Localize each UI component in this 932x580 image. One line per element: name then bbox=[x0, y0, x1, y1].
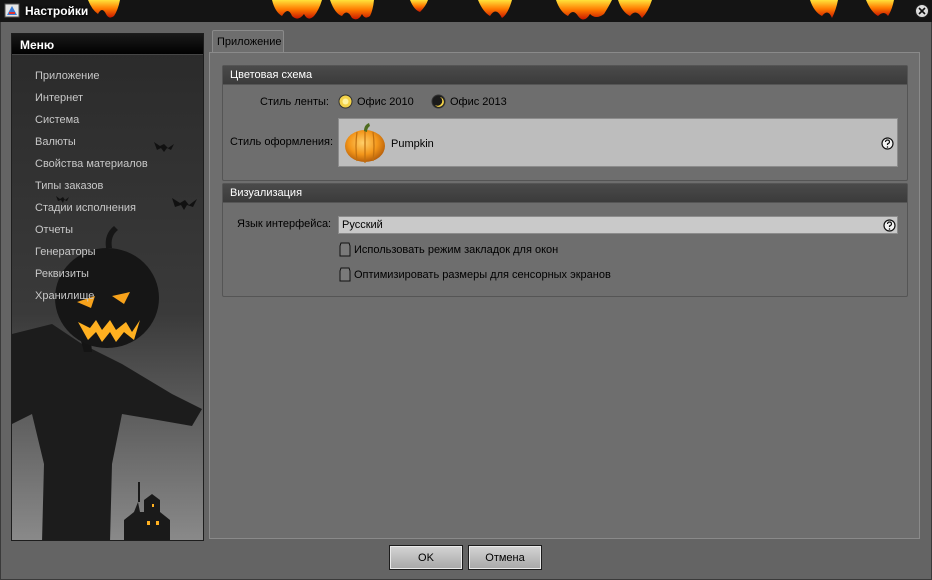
sidebar-item-reports[interactable]: Отчеты bbox=[35, 224, 148, 246]
sidebar-item-internet[interactable]: Интернет bbox=[35, 92, 148, 114]
theme-selector[interactable]: Pumpkin bbox=[338, 118, 898, 167]
sidebar-item-currencies[interactable]: Валюты bbox=[35, 136, 148, 158]
radio-office-2010-label: Офис 2010 bbox=[357, 95, 414, 108]
touch-optimize-label: Оптимизировать размеры для сенсорных экр… bbox=[354, 268, 611, 281]
sun-icon bbox=[338, 94, 353, 109]
sidebar-header: Меню bbox=[12, 34, 203, 55]
flame-decoration bbox=[88, 0, 894, 20]
tabbed-windows-label: Использовать режим закладок для окон bbox=[354, 243, 559, 256]
sidebar-item-application[interactable]: Приложение bbox=[35, 70, 148, 92]
radio-office-2013[interactable]: Офис 2013 bbox=[431, 94, 507, 109]
close-icon[interactable] bbox=[914, 3, 930, 19]
theme-name: Pumpkin bbox=[391, 138, 434, 150]
language-value: Русский bbox=[342, 219, 383, 231]
checkbox-unchecked-icon bbox=[339, 242, 351, 257]
sidebar-item-system[interactable]: Система bbox=[35, 114, 148, 136]
tabbed-windows-checkbox[interactable]: Использовать режим закладок для окон bbox=[339, 242, 558, 257]
theme-label: Стиль оформления: bbox=[230, 136, 334, 148]
sidebar-item-generators[interactable]: Генераторы bbox=[35, 246, 148, 268]
language-dropdown[interactable]: Русский bbox=[338, 216, 898, 234]
sidebar-item-material-properties[interactable]: Свойства материалов bbox=[35, 158, 148, 180]
tab-application[interactable]: Приложение bbox=[212, 30, 284, 53]
radio-office-2013-label: Офис 2013 bbox=[450, 95, 507, 108]
visualization-group: Визуализация Язык интерфейса: Русский Ис… bbox=[222, 183, 908, 297]
color-scheme-group: Цветовая схема Стиль ленты: Офис 2010 Оф… bbox=[222, 65, 908, 181]
radio-office-2010[interactable]: Офис 2010 bbox=[338, 94, 414, 109]
ok-button[interactable]: OK bbox=[389, 545, 463, 570]
settings-panel: Цветовая схема Стиль ленты: Офис 2010 Оф… bbox=[209, 52, 920, 539]
visualization-header: Визуализация bbox=[223, 184, 907, 203]
sidebar-menu: Меню Приложение Интернет Система Валюты … bbox=[11, 33, 204, 541]
pumpkin-icon bbox=[345, 123, 385, 163]
moon-icon bbox=[431, 94, 446, 109]
touch-optimize-checkbox[interactable]: Оптимизировать размеры для сенсорных экр… bbox=[339, 267, 611, 282]
theme-help-icon[interactable] bbox=[881, 137, 894, 150]
title-bar: Настройки bbox=[0, 0, 932, 22]
menu-list: Приложение Интернет Система Валюты Свойс… bbox=[35, 70, 148, 312]
language-help-icon[interactable] bbox=[883, 219, 896, 232]
sidebar-item-execution-stages[interactable]: Стадии исполнения bbox=[35, 202, 148, 224]
sidebar-item-order-types[interactable]: Типы заказов bbox=[35, 180, 148, 202]
cancel-button[interactable]: Отмена bbox=[468, 545, 542, 570]
sidebar-item-storage[interactable]: Хранилище bbox=[35, 290, 148, 312]
checkbox-unchecked-icon bbox=[339, 267, 351, 282]
language-label: Язык интерфейса: bbox=[237, 218, 332, 230]
app-icon bbox=[4, 3, 20, 18]
color-scheme-header: Цветовая схема bbox=[223, 66, 907, 85]
window-title: Настройки bbox=[25, 4, 89, 18]
ribbon-style-label: Стиль ленты: bbox=[260, 96, 329, 108]
sidebar-item-requisites[interactable]: Реквизиты bbox=[35, 268, 148, 290]
